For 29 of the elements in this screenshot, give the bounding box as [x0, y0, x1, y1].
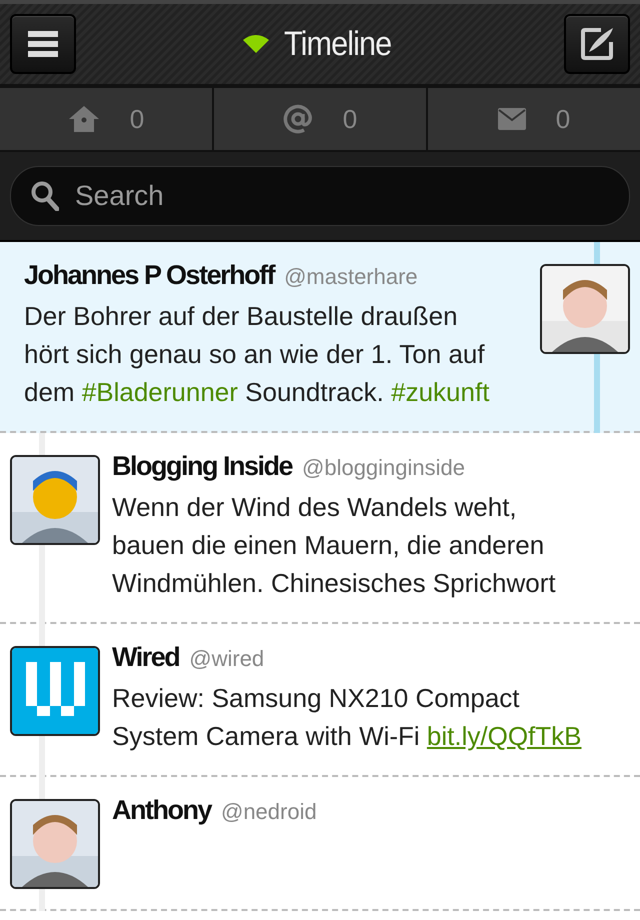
- hashtag-link[interactable]: #zukunft: [391, 377, 490, 407]
- author-name: Wired: [112, 642, 180, 673]
- author-name: Blogging Inside: [112, 451, 292, 482]
- menu-icon: [28, 31, 58, 57]
- window-title: Timeline: [284, 24, 392, 64]
- tweet-text: Der Bohrer auf der Baustelle draußen hört sich genau so an wie der 1. Ton auf dem #Bladerunner Soundtrack. #zukunft: [24, 300, 490, 409]
- at-sign-icon: [282, 104, 313, 134]
- menu-button[interactable]: [10, 14, 76, 74]
- compose-button[interactable]: [564, 14, 630, 74]
- author-handle: @masterhare: [284, 264, 418, 290]
- hashtag-link[interactable]: #Bladerunner: [82, 377, 238, 407]
- selected-tweet[interactable]: Johannes P Osterhoff @masterhare Der Bohrer auf der Baustelle draußen hört sich genau so an wie der 1. Ton auf dem #Bladerunner Soundtrack. #zukunft: [0, 242, 640, 433]
- author-handle: @nedroid: [220, 799, 317, 825]
- compose-icon: [579, 26, 615, 62]
- tweet-row[interactable]: Anthony @nedroid: [0, 777, 640, 911]
- tweet-text: Review: Samsung NX210 Compact System Camera with Wi-Fi bit.ly/QQfTkB: [112, 682, 582, 753]
- url-link[interactable]: bit.ly/QQfTkB: [426, 721, 582, 751]
- logo-icon: [12, 648, 98, 734]
- home-icon: [68, 105, 100, 133]
- tweet-text: Wenn der Wind des Wandels weht, bauen die einen Mauern, die anderen Windmühlen. Chinesisches Sprichwort: [112, 491, 557, 600]
- envelope-icon: [498, 108, 526, 130]
- search-icon: [31, 181, 59, 211]
- author-handle: @wired: [189, 646, 264, 672]
- author-name: Johannes P Osterhoff: [24, 260, 274, 291]
- tweet-row[interactable]: Wired @wired Review: Samsung NX210 Compact System Camera with Wi-Fi bit.ly/QQfTkB: [0, 624, 640, 777]
- author-handle: @blogginginside: [302, 455, 466, 481]
- tweet-row[interactable]: Blogging Inside @blogginginside Wenn der Wind des Wandels weht, bauen die einen Mauern, die anderen Windmühlen. Chinesisches Sprichwort: [0, 433, 640, 624]
- search-field[interactable]: Search: [10, 166, 630, 226]
- author-name: Anthony: [112, 795, 211, 826]
